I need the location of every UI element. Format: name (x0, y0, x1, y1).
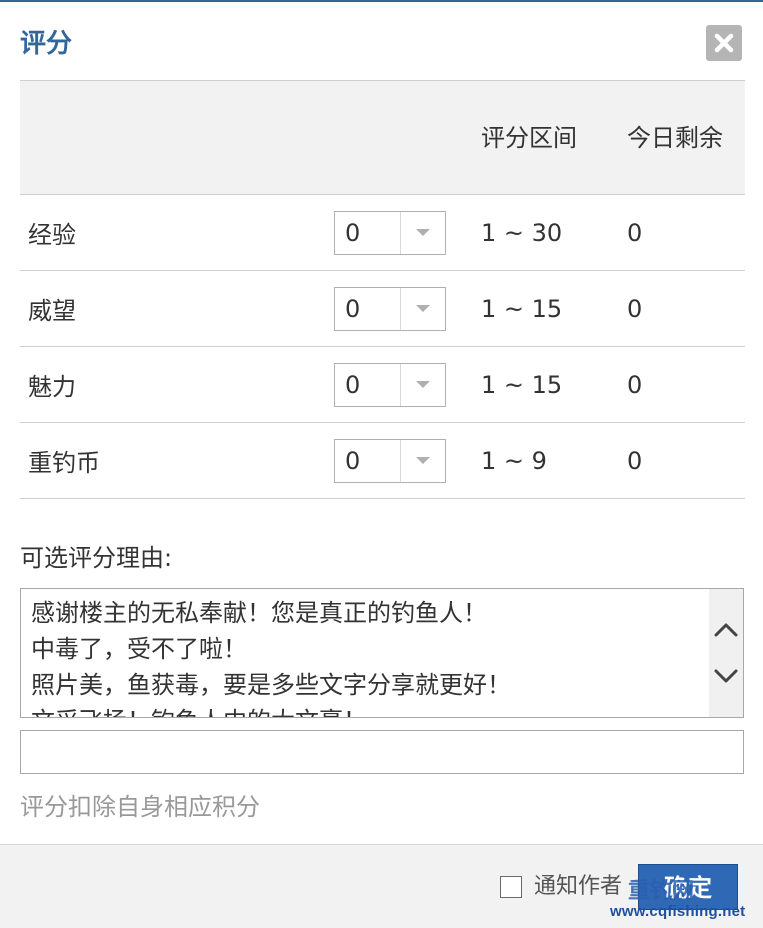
table-row: 经验 0 1 ~ 30 0 (20, 195, 745, 271)
reason-option[interactable]: 中毒了，受不了啦！ (31, 631, 703, 667)
checkbox-icon[interactable] (500, 876, 522, 898)
rate-dialog: 评分 评分区间 今日剩余 经验 0 1 ~ 30 0 威望 0 1 ~ 15 0… (0, 0, 763, 928)
chevron-down-icon[interactable] (400, 439, 445, 482)
chevron-down-icon[interactable] (400, 211, 445, 254)
score-select[interactable]: 0 (334, 438, 446, 483)
scroll-up-button[interactable] (709, 613, 743, 647)
reason-option[interactable]: 照片美，鱼获毒，要是多些文字分享就更好！ (31, 667, 703, 703)
row-range: 1 ~ 9 (481, 446, 547, 475)
row-select-cell: 0 (334, 423, 481, 499)
close-icon (714, 33, 734, 53)
chevron-down-icon (714, 669, 738, 683)
header-remaining: 今日剩余 (627, 80, 745, 195)
chevron-up-icon (714, 623, 738, 637)
row-remaining: 0 (627, 446, 643, 475)
reason-items: 感谢楼主的无私奉献！您是真正的钓鱼人！ 中毒了，受不了啦！ 照片美，鱼获毒，要是… (31, 595, 703, 717)
chevron-down-icon[interactable] (400, 363, 445, 406)
table-row: 魅力 0 1 ~ 15 0 (20, 347, 745, 423)
row-remaining: 0 (627, 294, 643, 323)
deduction-hint: 评分扣除自身相应积分 (20, 793, 260, 821)
row-range: 1 ~ 30 (481, 218, 563, 247)
scroll-down-button[interactable] (709, 659, 743, 693)
row-label: 经验 (28, 221, 76, 249)
reason-option[interactable]: 感谢楼主的无私奉献！您是真正的钓鱼人！ (31, 595, 703, 631)
score-select[interactable]: 0 (334, 362, 446, 407)
header-remaining-text: 今日剩余 (627, 123, 723, 152)
table-header-row: 评分区间 今日剩余 (20, 80, 745, 195)
reason-option[interactable]: 文采飞扬！钓鱼人中的大文豪！ (31, 703, 703, 717)
score-select-value: 0 (345, 370, 361, 399)
table-row: 威望 0 1 ~ 15 0 (20, 271, 745, 347)
row-remaining: 0 (627, 370, 643, 399)
reasons-label: 可选评分理由: (20, 544, 173, 572)
header-select-cell (334, 80, 481, 195)
dialog-footer: 通知作者 确定 重钓网 www.cqfishing.net (0, 844, 763, 928)
header-range: 评分区间 (481, 80, 627, 195)
confirm-button[interactable]: 确定 (638, 864, 738, 910)
score-select-value: 0 (345, 294, 361, 323)
row-label: 威望 (28, 297, 76, 325)
header-label-cell (20, 80, 334, 195)
score-select-value: 0 (345, 218, 361, 247)
dialog-title: 评分 (20, 29, 73, 59)
score-select[interactable]: 0 (334, 210, 446, 255)
row-select-cell: 0 (334, 195, 481, 271)
reason-scrollbar[interactable] (709, 589, 743, 717)
score-select[interactable]: 0 (334, 286, 446, 331)
row-range: 1 ~ 15 (481, 370, 563, 399)
chevron-down-icon[interactable] (400, 287, 445, 330)
close-button[interactable] (706, 25, 742, 61)
score-select-value: 0 (345, 446, 361, 475)
reason-list[interactable]: 感谢楼主的无私奉献！您是真正的钓鱼人！ 中毒了，受不了啦！ 照片美，鱼获毒，要是… (20, 588, 744, 718)
rating-table: 评分区间 今日剩余 经验 0 1 ~ 30 0 威望 0 1 ~ 15 0 魅力… (20, 80, 745, 499)
row-select-cell: 0 (334, 271, 481, 347)
row-label: 重钓币 (28, 449, 100, 477)
row-range: 1 ~ 15 (481, 294, 563, 323)
table-row: 重钓币 0 1 ~ 9 0 (20, 423, 745, 499)
row-label: 魅力 (28, 373, 76, 401)
row-remaining: 0 (627, 218, 643, 247)
notify-author-checkbox[interactable]: 通知作者 (500, 872, 622, 902)
notify-author-label: 通知作者 (534, 874, 623, 899)
reason-input[interactable] (20, 730, 744, 774)
row-select-cell: 0 (334, 347, 481, 423)
